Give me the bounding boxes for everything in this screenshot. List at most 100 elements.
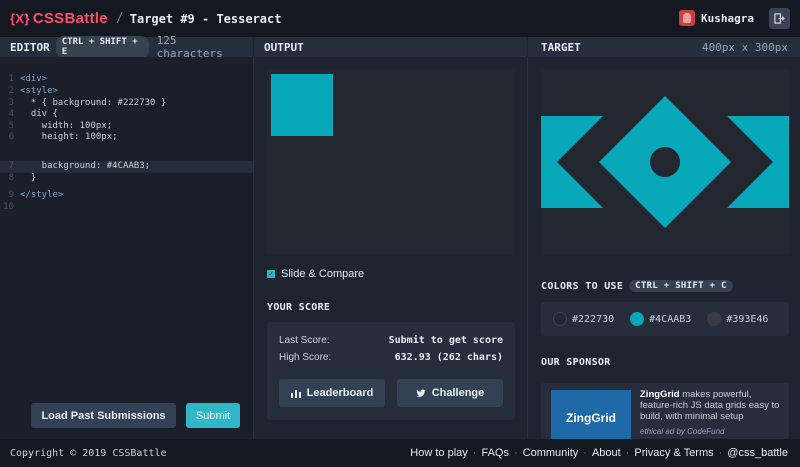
line-number: 6 bbox=[8, 132, 14, 142]
target-label: TARGET bbox=[541, 40, 581, 54]
colors-to-use-title: COLORS TO USE CTRL + SHIFT + C bbox=[541, 280, 733, 292]
output-label: OUTPUT bbox=[264, 40, 304, 54]
last-score-row: Last Score: Submit to get score bbox=[279, 335, 503, 346]
code-line[interactable]: 3 * { background: #222730 } bbox=[0, 98, 253, 110]
code-text: width: 100px; bbox=[20, 121, 113, 131]
code-line[interactable]: 4 div { bbox=[0, 109, 253, 121]
last-score-value: Submit to get score bbox=[388, 335, 503, 346]
sponsor-name: ZingGrid bbox=[640, 389, 680, 400]
leaderboard-label: Leaderboard bbox=[306, 387, 374, 399]
cssbattle-logo[interactable]: {X} CSSBattle bbox=[10, 10, 108, 27]
code-text: </style> bbox=[20, 190, 64, 200]
footer-link-twitter[interactable]: @css_battle bbox=[727, 447, 788, 459]
sponsor-description[interactable]: ZingGrid makes powerful, feature-rich JS… bbox=[640, 389, 783, 422]
code-line[interactable]: 6 height: 100px; bbox=[0, 132, 253, 144]
code-line[interactable]: 1 <div> bbox=[0, 74, 253, 86]
code-text: <style> bbox=[20, 86, 58, 96]
color-dot bbox=[553, 312, 567, 326]
footer-links: How to play · FAQs · Community · About ·… bbox=[410, 447, 788, 459]
colors-title-text: COLORS TO USE bbox=[541, 280, 624, 292]
target-header: TARGET 400px x 300px bbox=[528, 37, 800, 57]
line-number: 9 bbox=[8, 190, 14, 200]
score-card: Last Score: Submit to get score High Sco… bbox=[267, 322, 515, 420]
separator-dot: · bbox=[583, 447, 587, 459]
code-line[interactable]: 5 width: 100px; bbox=[0, 121, 253, 133]
color-dot bbox=[630, 312, 645, 326]
line-number: 2 bbox=[8, 86, 14, 96]
colors-shortcut-badge: CTRL + SHIFT + C bbox=[629, 280, 733, 292]
code-text: height: 100px; bbox=[20, 132, 118, 142]
color-swatch[interactable]: #4CAAB3 bbox=[630, 312, 691, 326]
code-line[interactable]: 9 </style> bbox=[0, 190, 253, 202]
code-text: div { bbox=[20, 109, 58, 119]
code-text: <div> bbox=[20, 74, 48, 84]
top-header: {X} CSSBattle / Target #9 - Tesseract Ku… bbox=[0, 0, 800, 37]
target-preview[interactable] bbox=[541, 69, 789, 255]
last-score-label: Last Score: bbox=[279, 335, 330, 346]
output-preview[interactable] bbox=[267, 69, 515, 255]
title-separator: / bbox=[115, 11, 124, 26]
code-line[interactable]: 8 } bbox=[0, 173, 253, 185]
line-number: 8 bbox=[8, 173, 14, 183]
output-header: OUTPUT bbox=[254, 37, 527, 57]
high-score-value: 632.93 (262 chars) bbox=[394, 352, 503, 363]
line-number: 4 bbox=[8, 109, 14, 119]
color-code: #222730 bbox=[572, 313, 615, 325]
editor-actions: Load Past Submissions Submit bbox=[31, 403, 240, 428]
separator-dot: · bbox=[513, 447, 518, 459]
high-score-label: High Score: bbox=[279, 352, 332, 363]
avatar bbox=[679, 10, 696, 26]
editor-shortcut-badge: CTRL + SHIFT + E bbox=[55, 36, 149, 58]
line-number: 1 bbox=[8, 74, 14, 84]
copyright: Copyright © 2019 CSSBattle bbox=[10, 447, 167, 459]
code-text: * { background: #222730 } bbox=[20, 98, 167, 108]
load-past-submissions-button[interactable]: Load Past Submissions bbox=[31, 403, 176, 428]
logo-text: CSSBattle bbox=[32, 10, 108, 27]
divider bbox=[527, 57, 528, 439]
tesseract-target-image bbox=[541, 69, 789, 255]
submit-button[interactable]: Submit bbox=[186, 403, 240, 428]
color-dot bbox=[707, 312, 722, 326]
your-score-title: YOUR SCORE bbox=[267, 302, 331, 313]
footer-link-community[interactable]: Community bbox=[523, 447, 579, 459]
footer-link-how-to-play[interactable]: How to play bbox=[410, 447, 467, 459]
bar-chart-icon bbox=[290, 389, 301, 398]
slide-compare-label: Slide & Compare bbox=[281, 268, 365, 280]
line-number: 3 bbox=[8, 98, 14, 108]
high-score-row: High Score: 632.93 (262 chars) bbox=[279, 352, 503, 363]
line-number: 7 bbox=[8, 161, 14, 171]
challenge-label: Challenge bbox=[431, 387, 485, 399]
user-profile[interactable]: Kushagra bbox=[679, 10, 754, 26]
separator-dot: · bbox=[472, 447, 477, 459]
logout-button[interactable] bbox=[769, 8, 790, 29]
sponsor-ad[interactable]: ZingGrid ZingGrid makes powerful, featur… bbox=[541, 383, 789, 440]
color-swatch[interactable]: #222730 bbox=[553, 312, 614, 326]
footer-link-about[interactable]: About bbox=[592, 447, 621, 459]
logout-icon bbox=[774, 13, 785, 24]
twitter-icon bbox=[416, 388, 426, 397]
footer-link-privacy-terms[interactable]: Privacy & Terms bbox=[634, 447, 713, 459]
slide-compare-toggle[interactable]: ✓ Slide & Compare bbox=[267, 268, 364, 280]
footer-link-faqs[interactable]: FAQs bbox=[481, 447, 509, 459]
separator-dot: · bbox=[718, 447, 723, 459]
line-number: 5 bbox=[8, 121, 14, 131]
username: Kushagra bbox=[701, 11, 754, 25]
checkbox-checked-icon[interactable]: ✓ bbox=[267, 270, 275, 278]
color-swatch[interactable]: #393E46 bbox=[707, 312, 768, 326]
color-palette: #222730 #4CAAB3 #393E46 bbox=[541, 302, 789, 336]
ethical-ad-note[interactable]: ethical ad by CodeFund bbox=[640, 427, 725, 436]
editor-label: EDITOR bbox=[10, 40, 50, 54]
leaderboard-button[interactable]: Leaderboard bbox=[279, 379, 385, 407]
zinggrid-logo[interactable]: ZingGrid bbox=[551, 390, 631, 440]
page-title: Target #9 - Tesseract bbox=[129, 11, 282, 26]
separator-dot: · bbox=[625, 447, 630, 459]
code-line[interactable]: 10 bbox=[0, 202, 253, 214]
code-line-active[interactable]: 7 background: #4CAAB3; bbox=[0, 161, 253, 173]
code-line[interactable]: 2 <style> bbox=[0, 86, 253, 98]
editor-header: EDITOR CTRL + SHIFT + E 125 characters bbox=[0, 34, 253, 60]
footer: Copyright © 2019 CSSBattle How to play ·… bbox=[0, 439, 800, 467]
output-square bbox=[271, 74, 333, 136]
code-editor[interactable]: 1 <div> 2 <style> 3 * { background: #22273… bbox=[0, 57, 253, 439]
challenge-button[interactable]: Challenge bbox=[397, 379, 503, 407]
code-text: } bbox=[20, 173, 37, 183]
